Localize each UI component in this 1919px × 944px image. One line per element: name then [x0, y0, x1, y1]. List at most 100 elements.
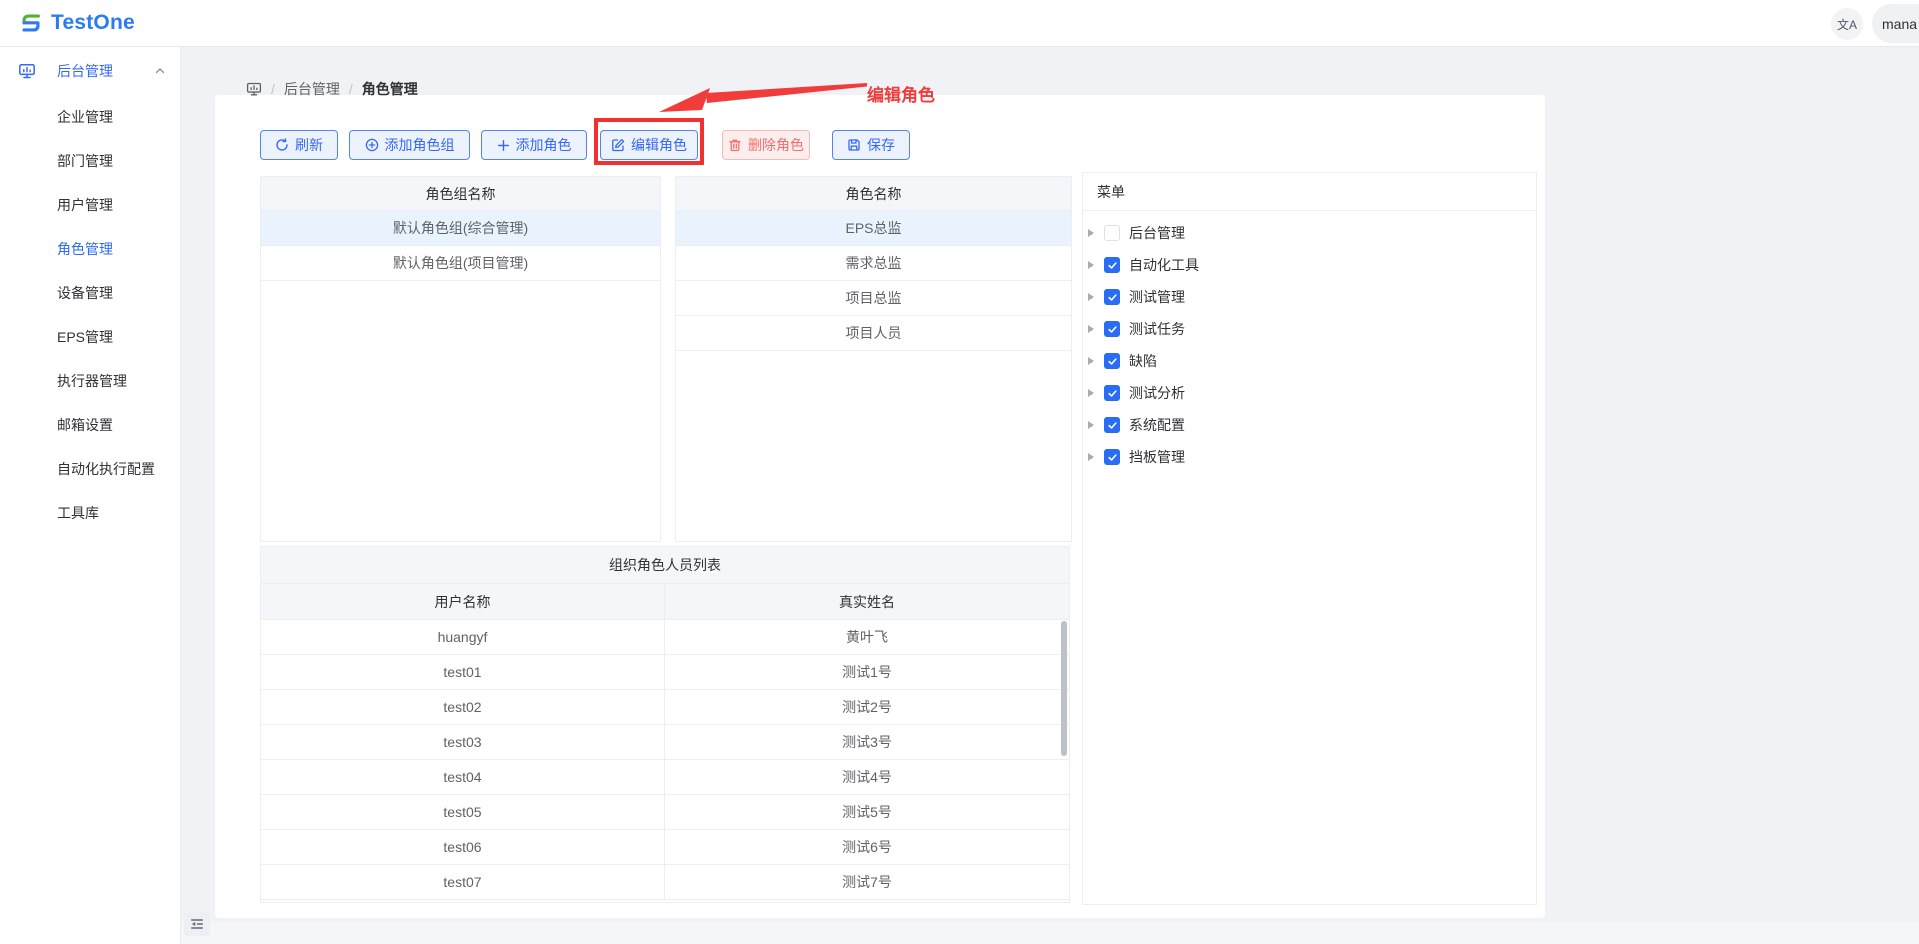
caret-right-icon[interactable] — [1088, 357, 1098, 365]
checkbox-checked[interactable] — [1104, 257, 1120, 273]
sidebar-item-role[interactable]: 角色管理 — [0, 227, 180, 271]
member-row[interactable]: test02 测试2号 — [261, 690, 1069, 725]
member-row[interactable]: test01 测试1号 — [261, 655, 1069, 690]
tree-item-system-config[interactable]: 系统配置 — [1083, 409, 1536, 441]
sidebar-item-device[interactable]: 设备管理 — [0, 271, 180, 315]
add-role-button-label: 添加角色 — [516, 135, 572, 155]
member-username: huangyf — [261, 620, 665, 654]
member-username: test03 — [261, 725, 665, 759]
role-group-name: 默认角色组(项目管理) — [393, 253, 528, 273]
role-row[interactable]: 项目总监 — [676, 281, 1071, 316]
column-header-realname: 真实姓名 — [665, 584, 1069, 619]
checkbox-checked[interactable] — [1104, 449, 1120, 465]
tree-item-test-management[interactable]: 测试管理 — [1083, 281, 1536, 313]
member-username: test02 — [261, 690, 665, 724]
role-name: EPS总监 — [845, 218, 901, 238]
translate-glyph: 文A — [1837, 16, 1857, 33]
member-realname: 测试5号 — [665, 795, 1069, 829]
user-avatar[interactable]: mana — [1872, 4, 1919, 43]
save-icon — [847, 138, 861, 152]
sidebar-item-mailbox[interactable]: 邮箱设置 — [0, 403, 180, 447]
delete-role-button[interactable]: 删除角色 — [722, 130, 810, 160]
caret-right-icon[interactable] — [1088, 261, 1098, 269]
caret-right-icon[interactable] — [1088, 293, 1098, 301]
translate-icon[interactable]: 文A — [1831, 8, 1863, 40]
tree-item-baffle-management[interactable]: 挡板管理 — [1083, 441, 1536, 473]
member-realname: 测试7号 — [665, 865, 1069, 899]
checkbox-checked[interactable] — [1104, 289, 1120, 305]
role-row[interactable]: 需求总监 — [676, 246, 1071, 281]
breadcrumb-separator: / — [271, 81, 275, 97]
members-table-head: 用户名称 真实姓名 — [261, 584, 1069, 620]
refresh-button-label: 刷新 — [295, 135, 323, 155]
role-name: 需求总监 — [846, 253, 902, 273]
sidebar-item-user[interactable]: 用户管理 — [0, 183, 180, 227]
member-row[interactable]: test03 测试3号 — [261, 725, 1069, 760]
role-row[interactable]: 项目人员 — [676, 316, 1071, 351]
caret-right-icon[interactable] — [1088, 325, 1098, 333]
edit-role-button[interactable]: 编辑角色 — [600, 130, 698, 160]
add-role-group-button[interactable]: 添加角色组 — [349, 130, 470, 160]
checkbox-checked[interactable] — [1104, 321, 1120, 337]
member-row[interactable]: test05 测试5号 — [261, 795, 1069, 830]
caret-right-icon[interactable] — [1088, 453, 1098, 461]
chevron-up-icon[interactable] — [154, 65, 166, 77]
member-realname: 测试2号 — [665, 690, 1069, 724]
app-logo[interactable]: TestOne — [18, 10, 135, 36]
member-row[interactable]: test06 测试6号 — [261, 830, 1069, 865]
role-row-selected[interactable]: EPS总监 — [676, 211, 1071, 246]
tree-item-automation-tools[interactable]: 自动化工具 — [1083, 249, 1536, 281]
save-button[interactable]: 保存 — [832, 130, 910, 160]
sidebar-item-executor[interactable]: 执行器管理 — [0, 359, 180, 403]
member-username: test07 — [261, 865, 665, 899]
sidebar-item-auto-exec-config[interactable]: 自动化执行配置 — [0, 447, 180, 491]
member-row[interactable]: test07 测试7号 — [261, 865, 1069, 900]
circle-plus-icon — [365, 138, 379, 152]
tree-item-label: 挡板管理 — [1129, 447, 1185, 467]
add-role-button[interactable]: 添加角色 — [481, 130, 587, 160]
role-group-row[interactable]: 默认角色组(项目管理) — [261, 246, 660, 281]
role-group-row-selected[interactable]: 默认角色组(综合管理) — [261, 211, 660, 246]
role-name: 项目总监 — [846, 288, 902, 308]
tree-item-test-analysis[interactable]: 测试分析 — [1083, 377, 1536, 409]
org-role-members-table: 组织角色人员列表 用户名称 真实姓名 huangyf 黄叶飞 test01 测试… — [260, 546, 1070, 903]
member-username: test06 — [261, 830, 665, 864]
member-row[interactable]: huangyf 黄叶飞 — [261, 620, 1069, 655]
role-table-header: 角色名称 — [676, 177, 1071, 211]
menu-tree: 后台管理 自动化工具 测试管理 测试任务 — [1083, 211, 1536, 473]
content-card: 刷新 添加角色组 添加角色 — [215, 95, 1545, 918]
checkbox-checked[interactable] — [1104, 385, 1120, 401]
sidebar-item-label: 邮箱设置 — [57, 415, 113, 435]
member-realname: 测试4号 — [665, 760, 1069, 794]
tree-item-test-task[interactable]: 测试任务 — [1083, 313, 1536, 345]
sidebar-item-enterprise[interactable]: 企业管理 — [0, 95, 180, 139]
member-realname: 测试6号 — [665, 830, 1069, 864]
breadcrumb-item-backend[interactable]: 后台管理 — [284, 79, 340, 99]
sidebar-item-toolbox[interactable]: 工具库 — [0, 491, 180, 535]
sidebar-item-department[interactable]: 部门管理 — [0, 139, 180, 183]
checkbox-checked[interactable] — [1104, 417, 1120, 433]
app-root: TestOne 文A mana 后台管理 企业管理 部门管理 用户管理 — [0, 0, 1919, 944]
sidebar-item-eps[interactable]: EPS管理 — [0, 315, 180, 359]
checkbox-unchecked[interactable] — [1104, 225, 1120, 241]
sidebar-item-label: 企业管理 — [57, 107, 113, 127]
member-row[interactable]: test04 测试4号 — [261, 760, 1069, 795]
sidebar-item-label: 设备管理 — [57, 283, 113, 303]
sidebar-group-backend[interactable]: 后台管理 — [0, 47, 180, 95]
sidebar: 后台管理 企业管理 部门管理 用户管理 角色管理 设备管理 EPS管理 执行器管… — [0, 47, 181, 944]
caret-right-icon[interactable] — [1088, 229, 1098, 237]
tree-item-label: 测试任务 — [1129, 319, 1185, 339]
sidebar-item-label: 自动化执行配置 — [57, 459, 155, 479]
user-name: mana — [1882, 16, 1917, 32]
tree-item-backend[interactable]: 后台管理 — [1083, 217, 1536, 249]
footer-strip — [181, 922, 1919, 944]
checkbox-checked[interactable] — [1104, 353, 1120, 369]
tree-item-defect[interactable]: 缺陷 — [1083, 345, 1536, 377]
caret-right-icon[interactable] — [1088, 421, 1098, 429]
refresh-button[interactable]: 刷新 — [260, 130, 338, 160]
monitor-icon — [246, 81, 262, 97]
collapse-sidebar-button[interactable] — [184, 912, 210, 936]
tree-item-label: 缺陷 — [1129, 351, 1157, 371]
caret-right-icon[interactable] — [1088, 389, 1098, 397]
vertical-scrollbar-thumb[interactable] — [1061, 621, 1067, 756]
